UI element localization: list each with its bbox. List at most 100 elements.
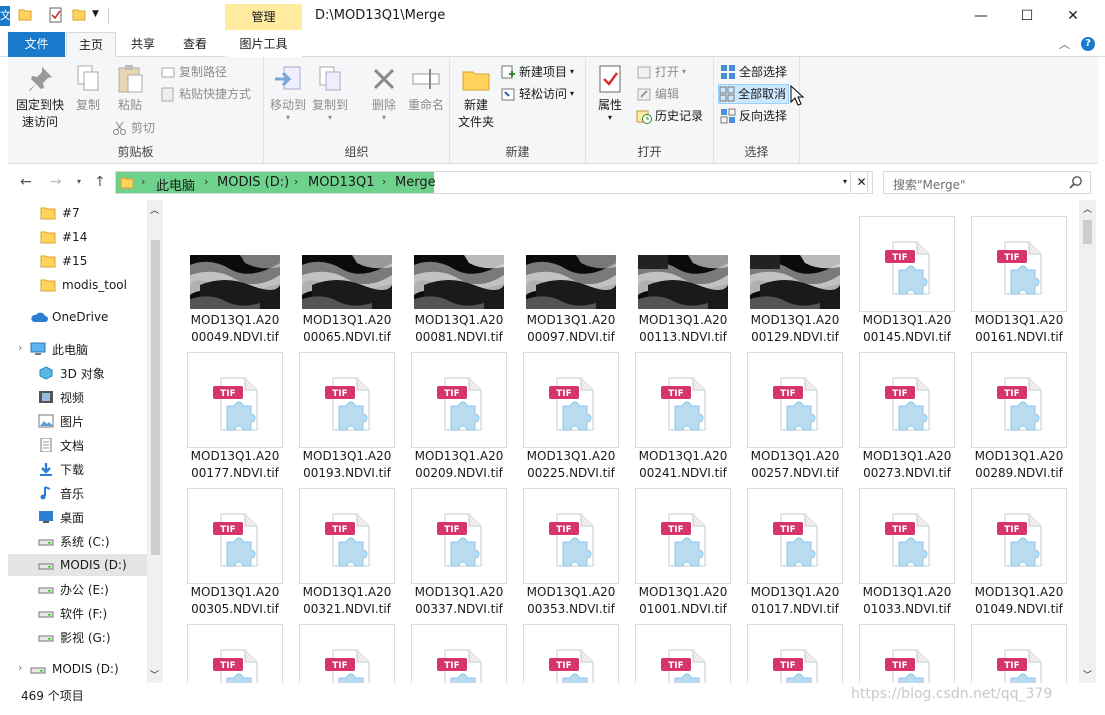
file-item[interactable]: TIF MOD13Q1.A20 01033.NDVI.tif <box>855 480 955 616</box>
file-item[interactable]: TIF <box>295 616 395 683</box>
file-item[interactable]: TIF MOD13Q1.A20 00177.NDVI.tif <box>183 344 283 480</box>
easy-access-button[interactable]: 轻松访问 ▾ <box>500 84 574 104</box>
nav-item[interactable]: MODIS (D:) <box>8 658 147 680</box>
file-item[interactable]: TIF MOD13Q1.A20 00337.NDVI.tif <box>407 480 507 616</box>
tab-home[interactable]: 主页 <box>66 32 116 57</box>
search-input[interactable]: 搜索"Merge" <box>883 171 1091 194</box>
breadcrumb-this-pc[interactable]: 此电脑 <box>156 175 195 194</box>
file-item[interactable]: TIF <box>855 616 955 683</box>
minimize-button[interactable]: — <box>958 0 1004 32</box>
move-to-button[interactable]: 移动到 ▾ <box>270 63 306 122</box>
new-folder-quick-access-icon[interactable] <box>72 7 86 24</box>
breadcrumb-separator[interactable]: › <box>141 175 145 188</box>
file-item[interactable]: TIF MOD13Q1.A20 00161.NDVI.tif <box>967 208 1067 344</box>
nav-item[interactable]: 软件 (F:) <box>8 602 147 624</box>
file-item[interactable]: TIF MOD13Q1.A20 00289.NDVI.tif <box>967 344 1067 480</box>
search-icon[interactable] <box>1069 175 1083 192</box>
nav-item[interactable]: 桌面 <box>8 506 147 528</box>
invert-selection-button[interactable]: 反向选择 <box>720 106 787 126</box>
new-item-button[interactable]: 新建项目 ▾ <box>500 62 574 82</box>
nav-item[interactable]: 图片 <box>8 410 147 432</box>
nav-item[interactable]: 下载 <box>8 458 147 480</box>
nav-item[interactable]: #15 <box>8 250 147 272</box>
collapse-ribbon-icon[interactable]: ︿ <box>1059 36 1070 52</box>
file-item[interactable]: TIF MOD13Q1.A20 01017.NDVI.tif <box>743 480 843 616</box>
edit-button[interactable]: 编辑 <box>636 84 679 104</box>
recent-locations-chevron-down-icon[interactable]: ▾ <box>77 177 81 186</box>
tab-share[interactable]: 共享 <box>120 32 166 57</box>
nav-item[interactable]: 影视 (G:) <box>8 626 147 648</box>
breadcrumb-separator[interactable]: › <box>294 175 298 188</box>
clear-address-close-icon[interactable]: ✕ <box>850 171 873 194</box>
tab-picture-tools[interactable]: 图片工具 <box>225 32 302 57</box>
help-icon[interactable]: ? <box>1081 37 1095 51</box>
scroll-up-chevron-icon[interactable]: ︿ <box>150 203 159 216</box>
delete-button[interactable]: 删除 ▾ <box>366 63 402 122</box>
file-item[interactable]: TIF MOD13Q1.A20 00273.NDVI.tif <box>855 344 955 480</box>
history-button[interactable]: 历史记录 <box>636 106 703 126</box>
forward-arrow-icon[interactable]: → <box>50 174 62 190</box>
select-none-button[interactable]: 全部取消 <box>718 84 790 104</box>
file-item[interactable]: MOD13Q1.A20 00097.NDVI.tif <box>519 208 619 344</box>
file-item[interactable]: MOD13Q1.A20 00113.NDVI.tif <box>631 208 731 344</box>
nav-item[interactable]: modis_tool <box>8 274 147 296</box>
customize-chevron-down-icon[interactable]: ▼ <box>92 9 99 19</box>
context-tab-manage[interactable]: 管理 <box>225 4 302 32</box>
file-item[interactable]: MOD13Q1.A20 00081.NDVI.tif <box>407 208 507 344</box>
file-item[interactable]: TIF MOD13Q1.A20 00321.NDVI.tif <box>295 480 395 616</box>
nav-item[interactable]: 办公 (E:) <box>8 578 147 600</box>
address-bar[interactable]: › 此电脑 › MODIS (D:) › MOD13Q1 › Merge ▾ <box>115 171 868 194</box>
file-item[interactable]: TIF MOD13Q1.A20 00305.NDVI.tif <box>183 480 283 616</box>
content-scroll-thumb[interactable] <box>1083 220 1092 244</box>
file-item[interactable]: TIF MOD13Q1.A20 00145.NDVI.tif <box>855 208 955 344</box>
file-item[interactable]: TIF MOD13Q1.A20 00209.NDVI.tif <box>407 344 507 480</box>
nav-item[interactable]: 3D 对象 <box>8 362 147 384</box>
nav-item[interactable]: 此电脑 <box>8 338 147 360</box>
file-item[interactable]: TIF MOD13Q1.A20 00257.NDVI.tif <box>743 344 843 480</box>
file-item[interactable]: MOD13Q1.A20 00129.NDVI.tif <box>743 208 843 344</box>
file-item[interactable]: MOD13Q1.A20 00065.NDVI.tif <box>295 208 395 344</box>
cut-button[interactable]: 剪切 <box>112 118 155 138</box>
expand-chevron-icon[interactable]: › <box>18 661 22 674</box>
close-button[interactable]: ✕ <box>1050 0 1096 32</box>
nav-item[interactable]: 文档 <box>8 434 147 456</box>
scroll-up-chevron-icon[interactable]: ︿ <box>1083 202 1092 215</box>
copy-path-button[interactable]: 复制路径 <box>160 62 227 82</box>
new-folder-button[interactable]: 新建 文件夹 <box>456 63 496 131</box>
properties-quick-access-icon[interactable] <box>48 7 64 26</box>
file-item[interactable]: TIF <box>967 616 1067 683</box>
file-item[interactable]: TIF <box>183 616 283 683</box>
maximize-button[interactable]: ☐ <box>1004 0 1050 32</box>
nav-item[interactable]: 视频 <box>8 386 147 408</box>
breadcrumb-separator[interactable]: › <box>382 175 386 188</box>
file-item[interactable]: TIF MOD13Q1.A20 00193.NDVI.tif <box>295 344 395 480</box>
content-scrollbar[interactable]: ︿ ﹀ <box>1079 200 1096 683</box>
open-button[interactable]: 打开 ▾ <box>636 62 686 82</box>
scroll-down-chevron-icon[interactable]: ﹀ <box>150 668 159 681</box>
expand-chevron-icon[interactable]: › <box>18 341 22 354</box>
navigation-scrollbar[interactable]: ︿ ﹀ <box>147 200 163 683</box>
nav-item[interactable]: #7 <box>8 202 147 224</box>
nav-item[interactable]: #14 <box>8 226 147 248</box>
nav-item[interactable]: MODIS (D:) <box>8 554 147 576</box>
breadcrumb-merge[interactable]: Merge <box>395 175 436 190</box>
nav-item[interactable]: OneDrive <box>8 306 147 328</box>
select-all-button[interactable]: 全部选择 <box>720 62 787 82</box>
file-item[interactable]: TIF MOD13Q1.A20 00225.NDVI.tif <box>519 344 619 480</box>
copy-button[interactable]: 复制 <box>70 63 106 114</box>
copy-to-button[interactable]: 复制到 ▾ <box>312 63 348 122</box>
file-item[interactable]: TIF MOD13Q1.A20 01049.NDVI.tif <box>967 480 1067 616</box>
tab-view[interactable]: 查看 <box>172 32 218 57</box>
scroll-down-chevron-icon[interactable]: ﹀ <box>1083 668 1092 681</box>
file-item[interactable]: TIF <box>519 616 619 683</box>
address-history-chevron-down-icon[interactable]: ▾ <box>843 177 847 186</box>
file-item[interactable]: TIF MOD13Q1.A20 01001.NDVI.tif <box>631 480 731 616</box>
file-item[interactable]: TIF <box>631 616 731 683</box>
nav-item[interactable]: 系统 (C:) <box>8 530 147 552</box>
file-item[interactable]: TIF MOD13Q1.A20 00353.NDVI.tif <box>519 480 619 616</box>
breadcrumb-mod13q1[interactable]: MOD13Q1 <box>308 175 375 190</box>
breadcrumb-modis-d[interactable]: MODIS (D:) <box>217 175 289 190</box>
file-item[interactable]: TIF <box>743 616 843 683</box>
breadcrumb-separator[interactable]: › <box>204 175 208 188</box>
paste-shortcut-button[interactable]: 粘贴快捷方式 <box>160 84 251 104</box>
